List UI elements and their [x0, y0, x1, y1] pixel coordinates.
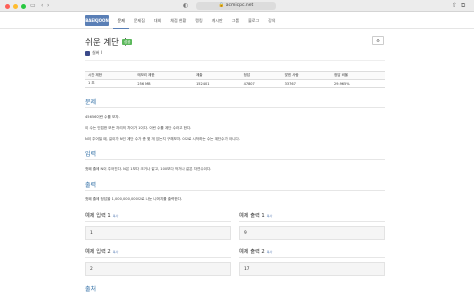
- output-text: 첫째 줄에 정답을 1,000,000,000으로 나눈 나머지를 출력한다.: [85, 197, 183, 201]
- source-heading: 출처: [85, 286, 97, 293]
- site-navbar: BAEKJOON 문제 문제집 대회 채점 현황 랭킹 게시판 그룹 블로그 강…: [0, 12, 474, 29]
- example-input-2-heading: 예제 입력 2 복사: [85, 248, 118, 255]
- nav-item-problems[interactable]: 문제: [113, 12, 130, 29]
- gear-icon: ⚙: [376, 38, 380, 43]
- copy-button[interactable]: 복사: [267, 214, 273, 218]
- table-header: 맞힌 사람: [281, 71, 332, 80]
- lock-icon: 🔒: [218, 3, 225, 8]
- problem-info-table: 시간 제한 메모리 제한 제출 정답 맞힌 사람 정답 비율 1 초 256 M…: [85, 71, 385, 88]
- output-heading: 출력: [85, 182, 97, 189]
- example-output-1-heading: 예제 출력 1 복사: [239, 212, 272, 219]
- tier-icon: [85, 50, 90, 56]
- table-cell: 33767: [281, 79, 332, 88]
- share-icon[interactable]: ⇧: [452, 2, 457, 9]
- options-button[interactable]: ⚙: [372, 36, 384, 45]
- nav-item-groups[interactable]: 그룹: [227, 12, 243, 29]
- table-cell: 152401: [193, 79, 241, 88]
- table-row: 1 초 256 MB 152401 47807 33767 29.965%: [85, 79, 385, 88]
- nav-menu: 문제 문제집 대회 채점 현황 랭킹 게시판 그룹 블로그 강의: [113, 12, 280, 29]
- divider: [85, 190, 385, 191]
- nav-item-blog[interactable]: 블로그: [244, 12, 264, 29]
- divider: [239, 257, 385, 258]
- divider: [85, 60, 385, 61]
- input-heading: 입력: [85, 151, 97, 158]
- back-icon[interactable]: ‹: [41, 2, 43, 9]
- table-cell: 47807: [240, 79, 282, 88]
- maximize-window-button[interactable]: [21, 3, 26, 9]
- example-label: 예제 출력 2: [239, 249, 265, 255]
- problem-heading: 문제: [85, 99, 97, 106]
- divider: [85, 159, 385, 160]
- copy-button[interactable]: 복사: [113, 214, 119, 218]
- example-label: 예제 입력 2: [85, 249, 111, 255]
- copy-button[interactable]: 복사: [113, 250, 119, 254]
- problem-text: 45656이란 수를 보자.: [85, 115, 120, 119]
- nav-item-ranking[interactable]: 랭킹: [191, 12, 207, 29]
- nav-item-board[interactable]: 게시판: [207, 12, 227, 29]
- divider: [85, 221, 231, 222]
- browser-toolbar: ▭ ‹ › ◐ 🔒 acmicpc.net ⇧ ⧉: [0, 0, 474, 12]
- table-header: 정답: [240, 71, 282, 80]
- close-window-button[interactable]: [5, 3, 10, 9]
- forward-icon[interactable]: ›: [47, 2, 49, 9]
- divider: [85, 107, 385, 108]
- table-header: 메모리 제한: [134, 71, 194, 80]
- example-output-2-heading: 예제 출력 2 복사: [239, 248, 272, 255]
- privacy-icon[interactable]: ◐: [183, 2, 188, 9]
- site-logo[interactable]: BAEKJOON: [85, 15, 109, 26]
- tabs-icon[interactable]: ⧉: [461, 2, 465, 10]
- input-text: 첫째 줄에 N이 주어진다. N은 1보다 크거나 같고, 100보다 작거나 …: [85, 167, 212, 171]
- table-header: 시간 제한: [85, 71, 135, 80]
- copy-button[interactable]: 복사: [267, 250, 273, 254]
- table-cell: 256 MB: [134, 79, 194, 88]
- table-header: 제출: [193, 71, 241, 80]
- nav-item-status[interactable]: 채점 현황: [166, 12, 191, 29]
- table-cell: 29.965%: [331, 79, 385, 88]
- example-input-1-heading: 예제 입력 1 복사: [85, 212, 118, 219]
- address-text: acmicpc.net: [225, 3, 254, 8]
- table-cell: 1 초: [85, 79, 135, 88]
- problem-tier: 실버 I: [85, 50, 102, 56]
- tier-label[interactable]: 실버 I: [92, 50, 102, 56]
- problem-text: N이 주어질 때, 길이가 N인 계단 수가 총 몇 개 있는지 구해보자. 0…: [85, 137, 241, 141]
- example-input-2: 2: [85, 262, 231, 276]
- example-label: 예제 입력 1: [85, 213, 111, 219]
- nav-item-contests[interactable]: 대회: [149, 12, 165, 29]
- table-header: 정답 비율: [331, 71, 385, 80]
- divider: [239, 221, 385, 222]
- problem-text: 이 수는 인접한 모든 자리의 차이가 1이다. 이런 수를 계단 수라고 한다…: [85, 126, 192, 130]
- sidebar-toggle-icon[interactable]: ▭: [30, 2, 36, 9]
- divider: [85, 257, 231, 258]
- status-badge: 성공: [122, 39, 133, 45]
- minimize-window-button[interactable]: [13, 3, 18, 9]
- example-label: 예제 출력 1: [239, 213, 265, 219]
- example-output-1: 9: [239, 226, 385, 240]
- window-controls: [5, 3, 26, 9]
- nav-item-lectures[interactable]: 강의: [264, 12, 280, 29]
- example-input-1: 1: [85, 226, 231, 240]
- example-output-2: 17: [239, 262, 385, 276]
- nav-item-workbooks[interactable]: 문제집: [129, 12, 149, 29]
- address-bar[interactable]: 🔒 acmicpc.net: [196, 2, 276, 10]
